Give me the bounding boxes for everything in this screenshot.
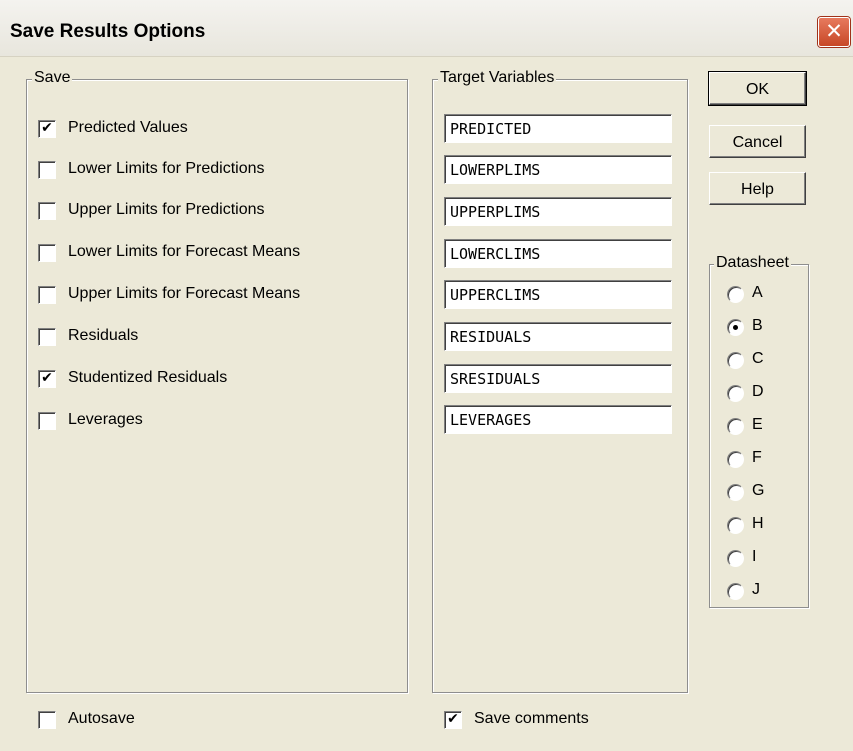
checkbox-upper-limits-forecast-means[interactable] [38,286,56,304]
checkbox-lower-limits-forecast-means[interactable] [38,244,56,262]
checkbox-label: Studentized Residuals [68,369,228,386]
checkbox-upper-limits-predictions[interactable] [38,202,56,220]
checkbox-autosave[interactable] [38,711,56,729]
checkbox-label: Lower Limits for Forecast Means [68,243,301,260]
checkbox-predicted-values[interactable]: ✔ [38,120,56,138]
check-mark-icon: ✔ [41,370,53,386]
check-mark-icon: ✔ [447,711,459,727]
radio-label: C [752,350,764,367]
radio-label: B [752,317,763,334]
target-field-lowerplims[interactable]: LOWERPLIMS [444,155,672,184]
datasheet-legend: Datasheet [714,254,791,272]
checkbox-save-comments[interactable]: ✔ [444,711,462,729]
radio-datasheet-g[interactable] [727,484,744,501]
checkbox-label: Residuals [68,327,139,344]
target-field-predicted[interactable]: PREDICTED [444,114,672,143]
checkbox-label: Upper Limits for Forecast Means [68,285,301,302]
dialog-body: Save ✔ Predicted Values Lower Limits for… [0,57,853,751]
radio-datasheet-f[interactable] [727,451,744,468]
close-button[interactable]: ✕ [818,17,850,47]
radio-datasheet-b[interactable] [727,319,744,336]
target-variables-legend: Target Variables [438,69,557,87]
radio-label: F [752,449,762,466]
target-field-upperplims[interactable]: UPPERPLIMS [444,197,672,226]
target-field-lowerclims[interactable]: LOWERCLIMS [444,239,672,268]
target-field-sresiduals[interactable]: SRESIDUALS [444,364,672,393]
checkbox-label: Save comments [474,710,589,727]
save-group-legend: Save [32,69,73,87]
checkbox-residuals[interactable] [38,328,56,346]
title-bar: Save Results Options ✕ [0,0,853,57]
checkbox-leverages[interactable] [38,412,56,430]
radio-label: J [752,581,760,598]
checkbox-label: Leverages [68,411,143,428]
window-title: Save Results Options [10,21,206,42]
checkbox-label: Predicted Values [68,119,188,136]
radio-datasheet-h[interactable] [727,517,744,534]
datasheet-group [709,264,809,608]
radio-label: A [752,284,763,301]
checkbox-lower-limits-predictions[interactable] [38,161,56,179]
target-field-residuals[interactable]: RESIDUALS [444,322,672,351]
radio-datasheet-a[interactable] [727,286,744,303]
radio-selected-dot-icon [733,325,738,330]
target-field-upperclims[interactable]: UPPERCLIMS [444,280,672,309]
checkbox-label: Upper Limits for Predictions [68,201,265,218]
check-mark-icon: ✔ [41,120,53,136]
radio-datasheet-j[interactable] [727,583,744,600]
checkbox-studentized-residuals[interactable]: ✔ [38,370,56,388]
checkbox-label: Lower Limits for Predictions [68,160,265,177]
checkbox-label: Autosave [68,710,135,727]
radio-label: H [752,515,764,532]
target-field-leverages[interactable]: LEVERAGES [444,405,672,434]
cancel-button[interactable]: Cancel [709,125,806,158]
radio-datasheet-e[interactable] [727,418,744,435]
radio-label: D [752,383,764,400]
radio-label: I [752,548,757,565]
help-button[interactable]: Help [709,172,806,205]
ok-button[interactable]: OK [708,71,807,106]
radio-label: G [752,482,765,499]
radio-datasheet-d[interactable] [727,385,744,402]
radio-datasheet-i[interactable] [727,550,744,567]
radio-datasheet-c[interactable] [727,352,744,369]
radio-label: E [752,416,763,433]
